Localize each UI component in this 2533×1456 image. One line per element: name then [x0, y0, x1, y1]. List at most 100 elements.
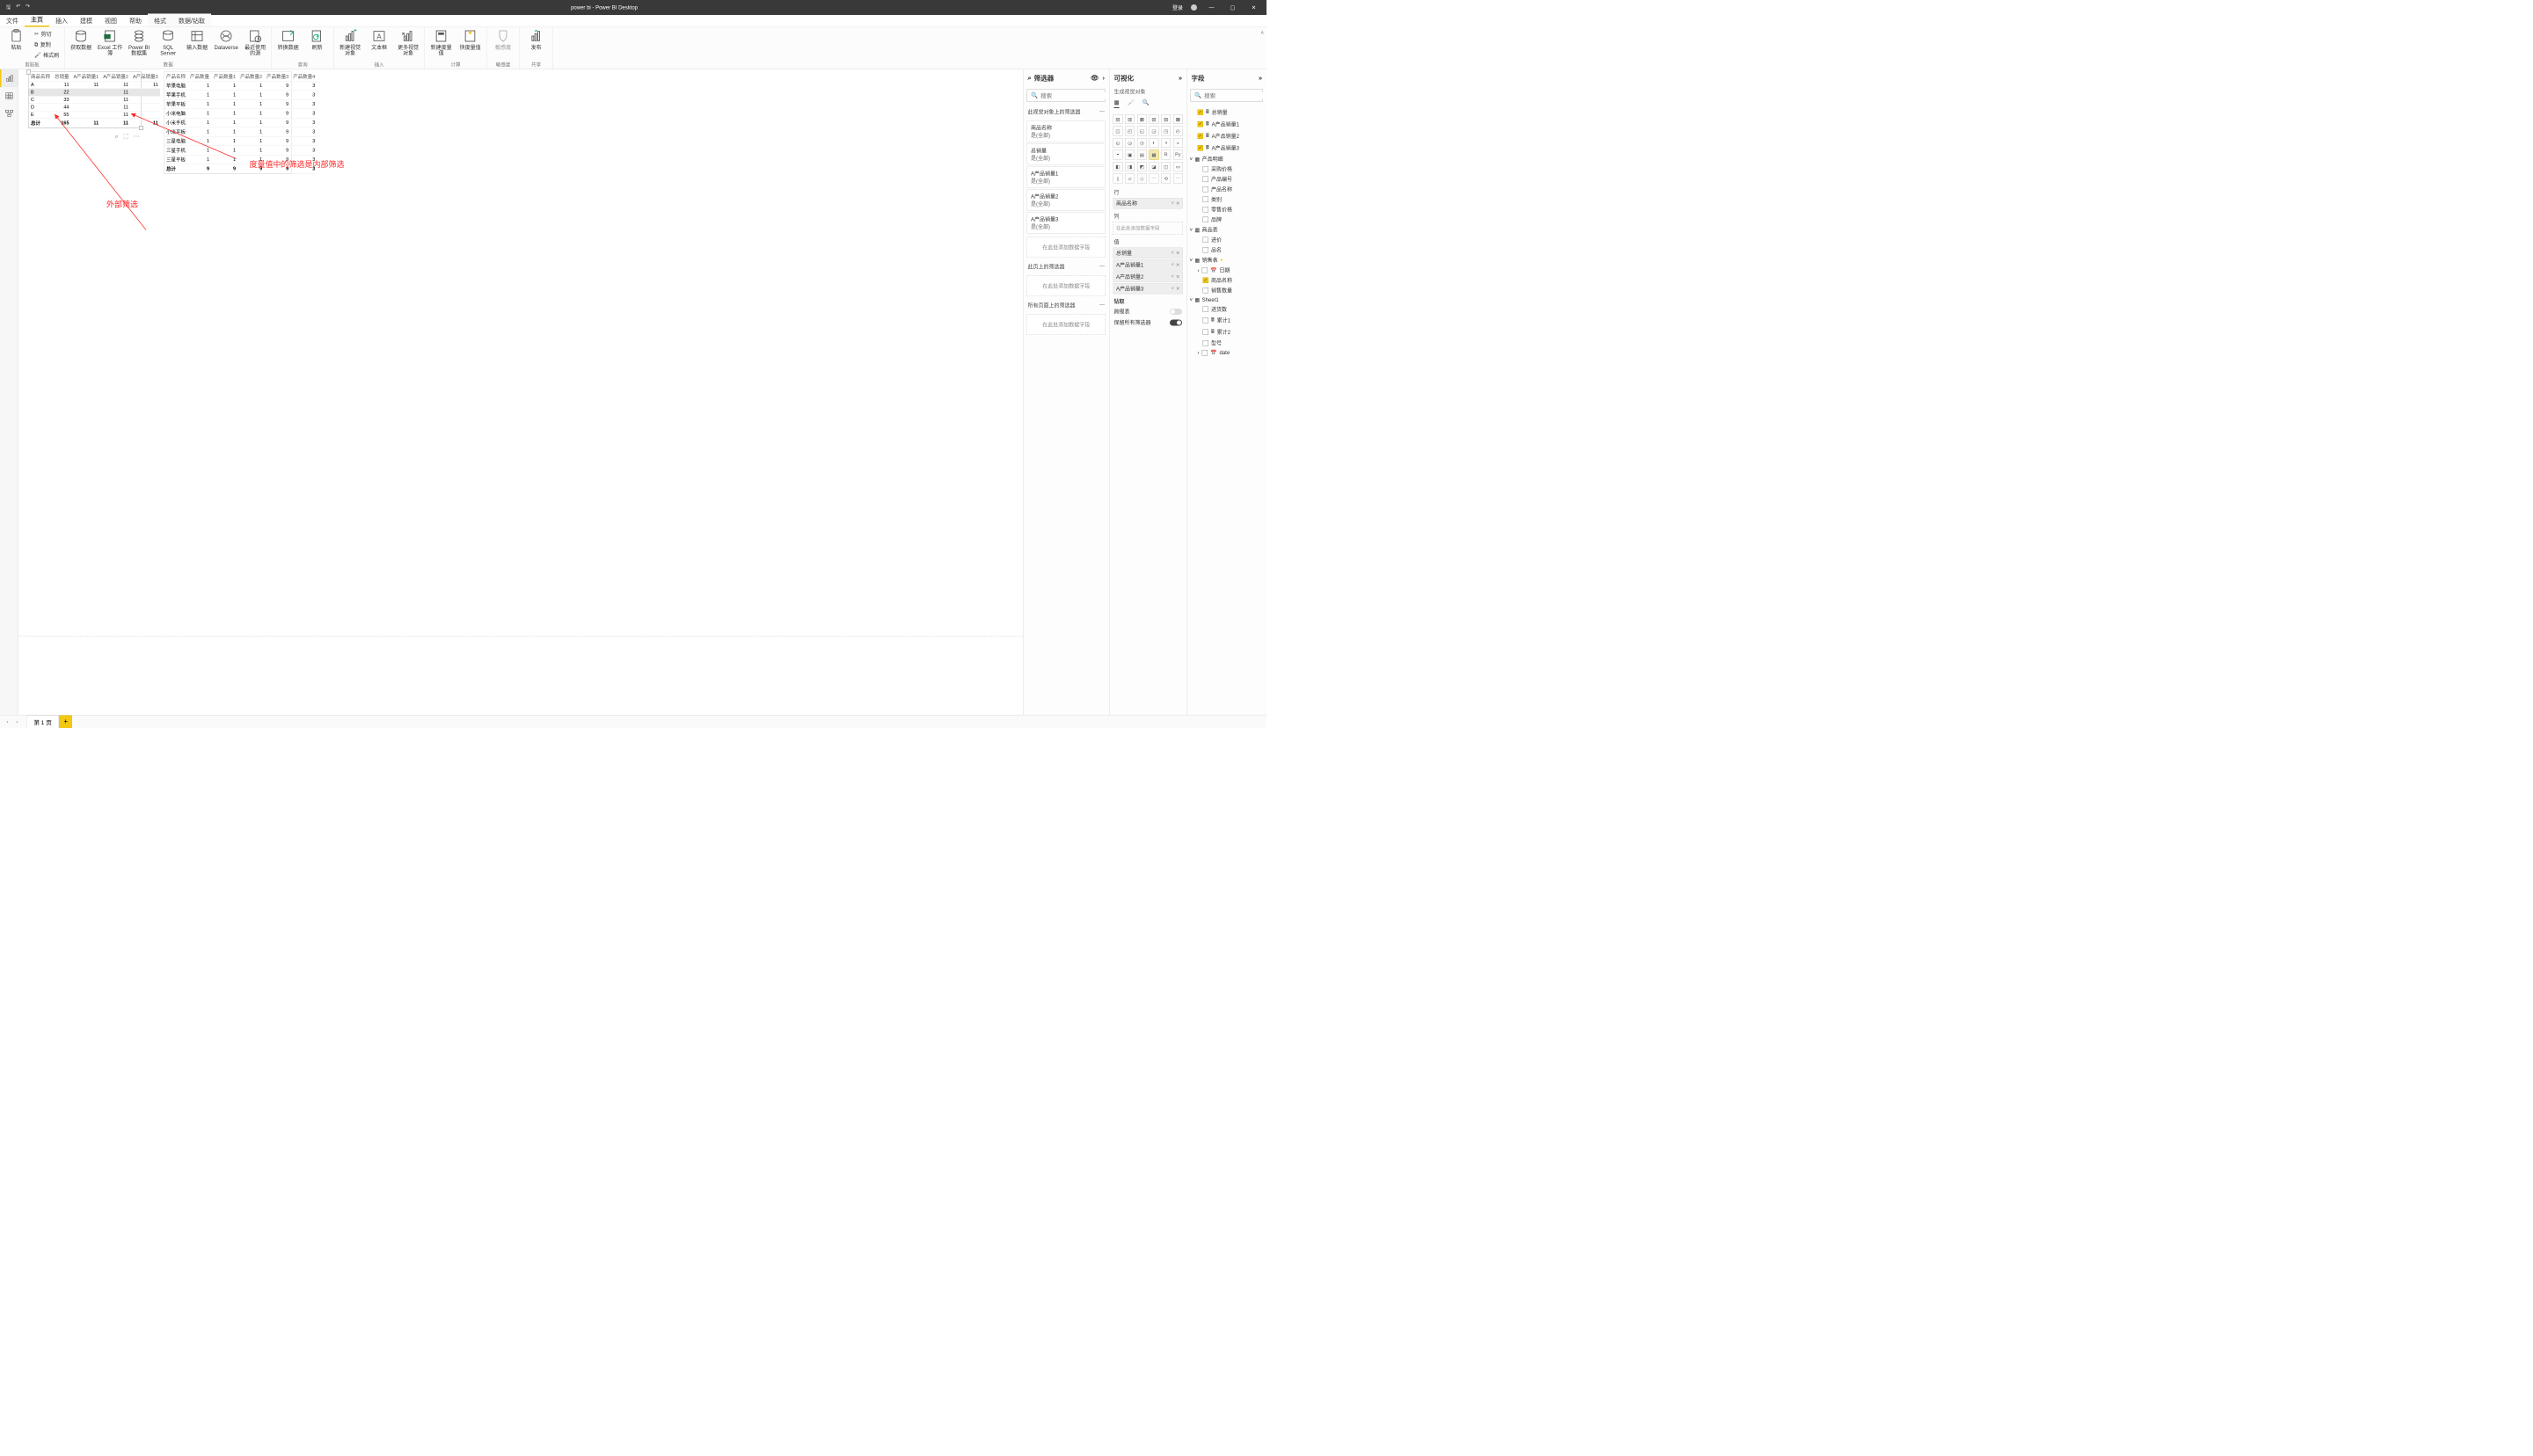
filter-card[interactable]: A产品销量3是(全部): [1027, 213, 1106, 234]
sensitivity-button[interactable]: 敏感度: [491, 29, 516, 51]
page-next[interactable]: ›: [12, 718, 22, 725]
viz-type-icon[interactable]: ⋯: [1150, 174, 1159, 184]
field-item[interactable]: 进价: [1202, 235, 1265, 245]
report-canvas[interactable]: 商品名称总销量A产品销量1A产品销量2A产品销量3A11111111B2211C…: [18, 69, 1023, 715]
eye-icon[interactable]: 👁: [1091, 75, 1099, 83]
viz-type-icon[interactable]: ◫: [1113, 127, 1123, 136]
field-item[interactable]: 类别: [1202, 194, 1265, 205]
cols-drop[interactable]: 在此处添加数据字段: [1113, 222, 1184, 235]
page-tab-1[interactable]: 第 1 页: [26, 716, 59, 729]
redo-icon[interactable]: ↷: [26, 3, 30, 12]
viz-type-icon[interactable]: ◱: [1137, 127, 1147, 136]
field-item[interactable]: ›📅日期: [1197, 266, 1265, 276]
viz-type-icon[interactable]: ◴: [1173, 127, 1183, 136]
viz-type-icon[interactable]: ◓: [1113, 150, 1123, 160]
filter-drop-visual[interactable]: 在此处添加数据字段: [1027, 237, 1106, 258]
recent-sources-button[interactable]: 最近使用的源: [243, 29, 268, 56]
viz-type-icon[interactable]: ◲: [1150, 127, 1159, 136]
viz-type-icon[interactable]: ▤: [1113, 114, 1123, 124]
field-item[interactable]: ✓🖩总销量: [1197, 106, 1265, 119]
viz-type-icon[interactable]: ▨: [1161, 114, 1171, 124]
tab-format[interactable]: 格式: [148, 14, 172, 27]
value-field[interactable]: A产品销量3˅✕: [1113, 283, 1184, 295]
viz-type-icon[interactable]: ⋯: [1173, 174, 1183, 184]
fields-search[interactable]: 🔍: [1191, 89, 1264, 102]
filter-drop-all[interactable]: 在此处添加数据字段: [1027, 315, 1106, 336]
field-item[interactable]: 产品名称: [1202, 185, 1265, 195]
viz-type-icon[interactable]: ◑: [1161, 138, 1171, 148]
table-node[interactable]: ˅▦商品表: [1190, 225, 1265, 236]
field-item[interactable]: 进货数: [1202, 304, 1265, 315]
new-measure-button[interactable]: 新建度量值: [428, 29, 454, 56]
viz-type-icon[interactable]: ▤: [1137, 150, 1147, 160]
tab-view[interactable]: 视图: [99, 14, 123, 27]
viz-type-icon[interactable]: ◶: [1125, 138, 1135, 148]
tab-help[interactable]: 帮助: [123, 14, 148, 27]
viz-type-icon[interactable]: ▯: [1113, 174, 1123, 184]
filter-card[interactable]: A产品销量2是(全部): [1027, 190, 1106, 211]
report-view-icon[interactable]: [0, 69, 18, 87]
collapse-ribbon-icon[interactable]: ˄: [1260, 30, 1264, 36]
field-item[interactable]: ✓🖩A产品销量1: [1197, 119, 1265, 131]
viz-type-icon[interactable]: ▦: [1137, 114, 1147, 124]
quick-measure-button[interactable]: 快度量值: [457, 29, 483, 51]
maximize-icon[interactable]: ▢: [1226, 4, 1239, 11]
model-view-icon[interactable]: [0, 105, 18, 122]
viz-type-icon[interactable]: ▱: [1125, 174, 1135, 184]
publish-button[interactable]: 发布: [523, 29, 549, 51]
table-node[interactable]: ˅▦销售表●: [1190, 255, 1265, 266]
filter-drop-page[interactable]: 在此处添加数据字段: [1027, 276, 1106, 297]
field-item[interactable]: 零售价格: [1202, 205, 1265, 215]
field-item[interactable]: ✓商品名称: [1202, 275, 1265, 286]
viz-type-icon[interactable]: R: [1161, 150, 1171, 160]
row-field[interactable]: 商品名称˅✕: [1113, 198, 1184, 209]
viz-type-icon[interactable]: ⟲: [1161, 174, 1171, 184]
tab-file[interactable]: 文件: [0, 14, 25, 27]
cut-button[interactable]: ✂剪切: [33, 29, 61, 39]
data-view-icon[interactable]: [0, 87, 18, 105]
field-item[interactable]: ›📅date: [1197, 348, 1265, 357]
transform-button[interactable]: 转换数据: [275, 29, 301, 51]
viz-type-icon[interactable]: ◳: [1161, 127, 1171, 136]
avatar-icon[interactable]: [1191, 4, 1197, 11]
viz-type-icon[interactable]: ◨: [1125, 162, 1135, 171]
build-tab-icon[interactable]: ▦: [1114, 99, 1120, 109]
minimize-icon[interactable]: —: [1205, 4, 1218, 11]
close-icon[interactable]: ✕: [1247, 4, 1260, 11]
viz-type-icon[interactable]: ◵: [1113, 138, 1123, 148]
viz-type-icon[interactable]: ◩: [1137, 162, 1147, 171]
field-item[interactable]: 🖩累计1: [1202, 315, 1265, 327]
analytics-tab-icon[interactable]: 🔍: [1142, 99, 1150, 109]
table-node[interactable]: ˅▦Sheet1: [1190, 295, 1265, 304]
viz-type-icon[interactable]: ◒: [1173, 138, 1183, 148]
field-item[interactable]: ✓🖩A产品销量2: [1197, 130, 1265, 142]
viz-type-icon[interactable]: ▩: [1173, 114, 1183, 124]
textbox-button[interactable]: A文本框: [367, 29, 392, 51]
field-item[interactable]: 销售数量: [1202, 286, 1265, 296]
viz-type-icon[interactable]: ◰: [1125, 127, 1135, 136]
viz-type-icon[interactable]: ◇: [1137, 174, 1147, 184]
field-item[interactable]: 品名: [1202, 245, 1265, 256]
viz-type-icon[interactable]: ◪: [1150, 162, 1159, 171]
format-tab-icon[interactable]: 🖌: [1128, 99, 1135, 109]
viz-type-icon[interactable]: ▧: [1150, 114, 1159, 124]
filter-card[interactable]: A产品销量1是(全部): [1027, 167, 1106, 188]
viz-type-icon[interactable]: ◐: [1150, 138, 1159, 148]
field-item[interactable]: 🖩累计2: [1202, 326, 1265, 339]
collapse-icon[interactable]: »: [1179, 74, 1182, 82]
viz-type-icon[interactable]: ▣: [1125, 150, 1135, 160]
undo-icon[interactable]: ↶: [16, 3, 20, 12]
field-item[interactable]: ✓🖩A产品销量3: [1197, 142, 1265, 155]
field-item[interactable]: 品牌: [1202, 215, 1265, 225]
viz-type-icon[interactable]: Py: [1173, 150, 1183, 160]
field-item[interactable]: 采购价格: [1202, 164, 1265, 175]
viz-type-icon[interactable]: ▭: [1173, 162, 1183, 171]
save-icon[interactable]: 🖫: [6, 3, 11, 12]
new-visual-button[interactable]: 新建视觉对象: [338, 29, 363, 56]
pbi-dataset-button[interactable]: Power BI 数据集: [127, 29, 152, 56]
format-painter-button[interactable]: 🖌格式刷: [33, 50, 61, 60]
viz-type-icon[interactable]: ◷: [1137, 138, 1147, 148]
viz-type-icon[interactable]: ◫: [1161, 162, 1171, 171]
excel-button[interactable]: Excel 工作簿: [98, 29, 123, 56]
field-item[interactable]: 产品编号: [1202, 174, 1265, 185]
